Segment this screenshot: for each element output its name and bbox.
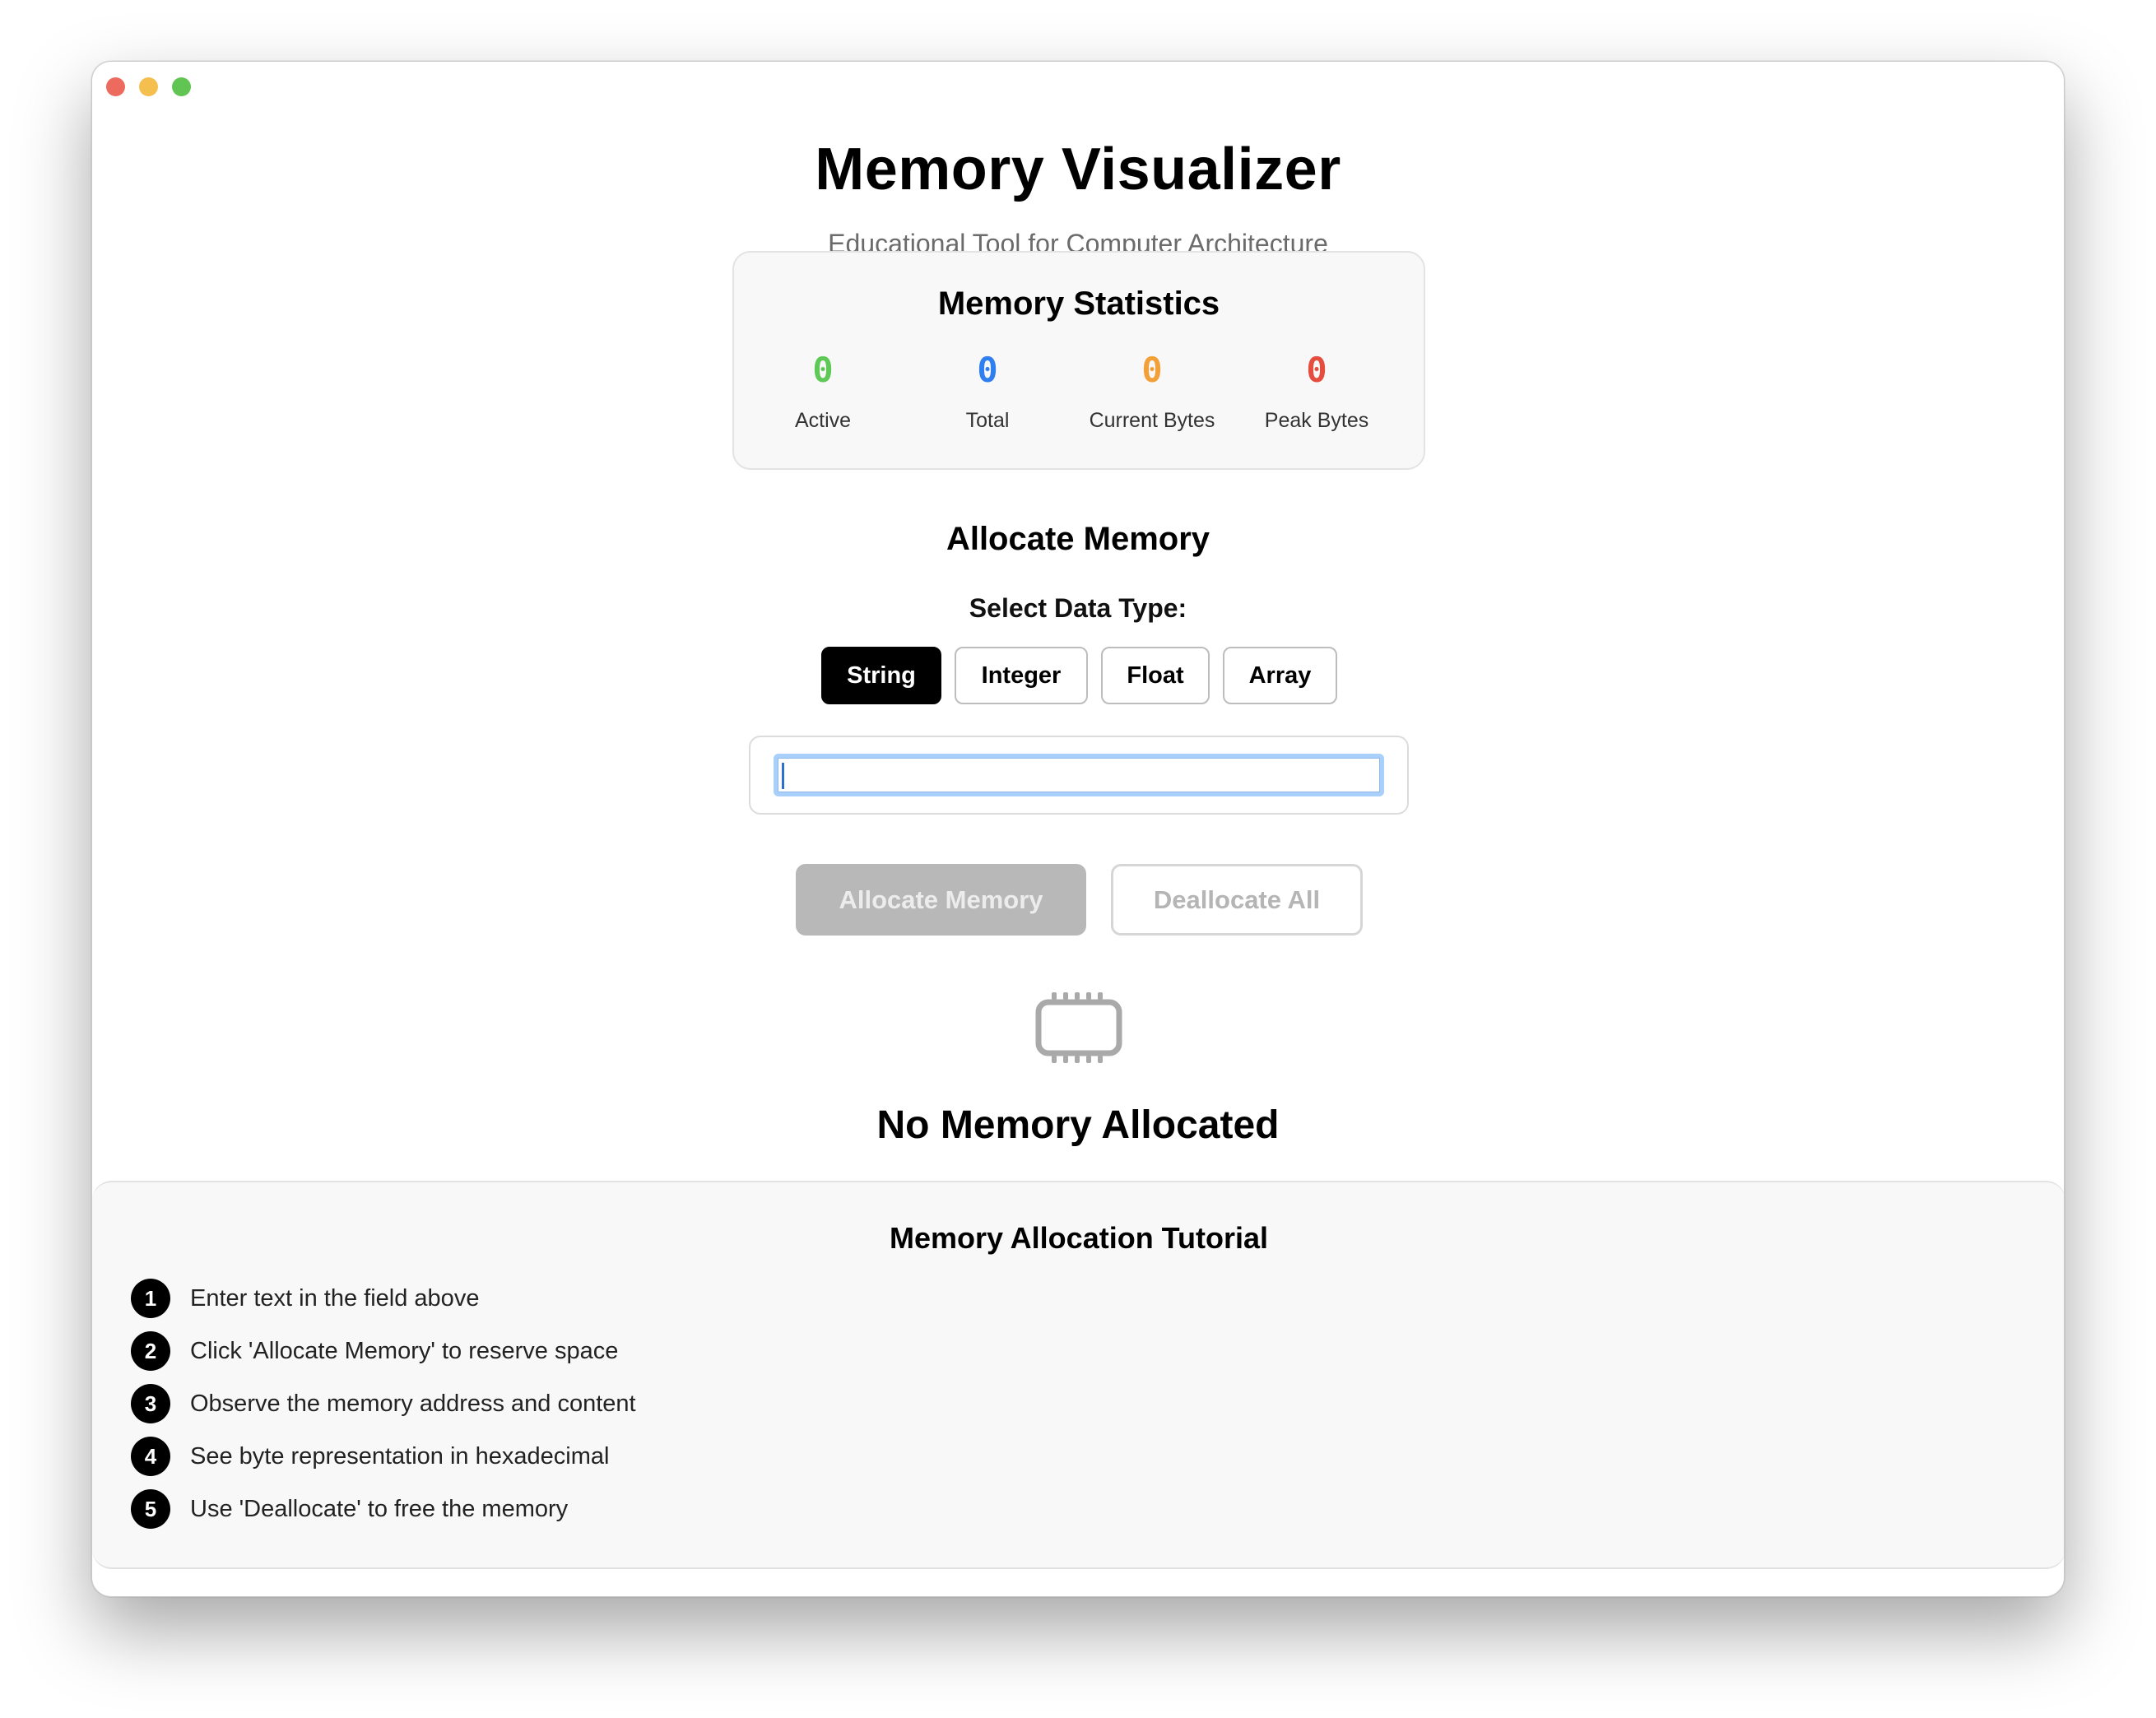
type-float-button[interactable]: Float	[1101, 647, 1210, 704]
tutorial-step: 2 Click 'Allocate Memory' to reserve spa…	[131, 1331, 618, 1371]
stat-current-bytes-label: Current Bytes	[1089, 409, 1215, 432]
tutorial-step: 4 See byte representation in hexadecimal	[131, 1437, 609, 1476]
step-number-badge: 2	[131, 1331, 170, 1371]
stat-peak-bytes-label: Peak Bytes	[1264, 409, 1369, 432]
step-text: Click 'Allocate Memory' to reserve space	[190, 1337, 619, 1364]
stat-total: 0 Total	[905, 350, 1070, 433]
stat-active: 0 Active	[741, 350, 905, 433]
minimize-window-button[interactable]	[139, 77, 158, 96]
value-input-text[interactable]	[778, 758, 1380, 792]
tutorial-step: 3 Observe the memory address and content	[131, 1384, 636, 1423]
step-number-badge: 5	[131, 1489, 170, 1529]
deallocate-all-button[interactable]: Deallocate All	[1111, 864, 1363, 936]
tutorial-step: 5 Use 'Deallocate' to free the memory	[131, 1489, 568, 1529]
step-number-badge: 4	[131, 1437, 170, 1476]
stat-active-value: 0	[812, 350, 834, 390]
allocate-section-title: Allocate Memory	[946, 521, 1210, 557]
step-number-badge: 1	[131, 1279, 170, 1318]
stat-current-bytes: 0 Current Bytes	[1070, 350, 1234, 433]
stat-total-value: 0	[977, 350, 998, 390]
step-text: Use 'Deallocate' to free the memory	[190, 1495, 569, 1522]
step-text: See byte representation in hexadecimal	[190, 1442, 610, 1470]
zoom-window-button[interactable]	[172, 77, 191, 96]
memory-chip-icon	[1035, 992, 1122, 1063]
value-input[interactable]	[774, 754, 1384, 796]
select-data-type-label: Select Data Type:	[969, 593, 1187, 623]
tutorial-title: Memory Allocation Tutorial	[889, 1221, 1269, 1255]
type-string-button[interactable]: String	[821, 647, 941, 704]
stat-total-label: Total	[965, 409, 1010, 432]
step-number-badge: 3	[131, 1384, 170, 1423]
step-text: Observe the memory address and content	[190, 1390, 636, 1417]
text-caret	[782, 763, 784, 789]
tutorial-step: 1 Enter text in the field above	[131, 1279, 479, 1318]
allocate-memory-button[interactable]: Allocate Memory	[796, 864, 1086, 936]
stat-peak-bytes: 0 Peak Bytes	[1234, 350, 1399, 433]
stats-title: Memory Statistics	[937, 286, 1220, 322]
value-input-container	[749, 736, 1409, 815]
type-integer-button[interactable]: Integer	[955, 647, 1088, 704]
app-title: Memory Visualizer	[815, 137, 1341, 202]
memory-statistics-card: Memory Statistics 0 Active 0 Total 0 Cur…	[732, 251, 1425, 470]
close-window-button[interactable]	[106, 77, 125, 96]
stat-current-bytes-value: 0	[1141, 350, 1163, 390]
window-controls	[106, 77, 191, 96]
type-array-button[interactable]: Array	[1223, 647, 1337, 704]
stat-active-label: Active	[794, 409, 852, 432]
stat-peak-bytes-value: 0	[1306, 350, 1327, 390]
tutorial-panel: Memory Allocation Tutorial 1 Enter text …	[92, 1181, 2064, 1569]
empty-state-title: No Memory Allocated	[876, 1103, 1280, 1147]
app-window: Memory Visualizer Educational Tool for C…	[91, 61, 2065, 1597]
step-text: Enter text in the field above	[190, 1284, 480, 1312]
